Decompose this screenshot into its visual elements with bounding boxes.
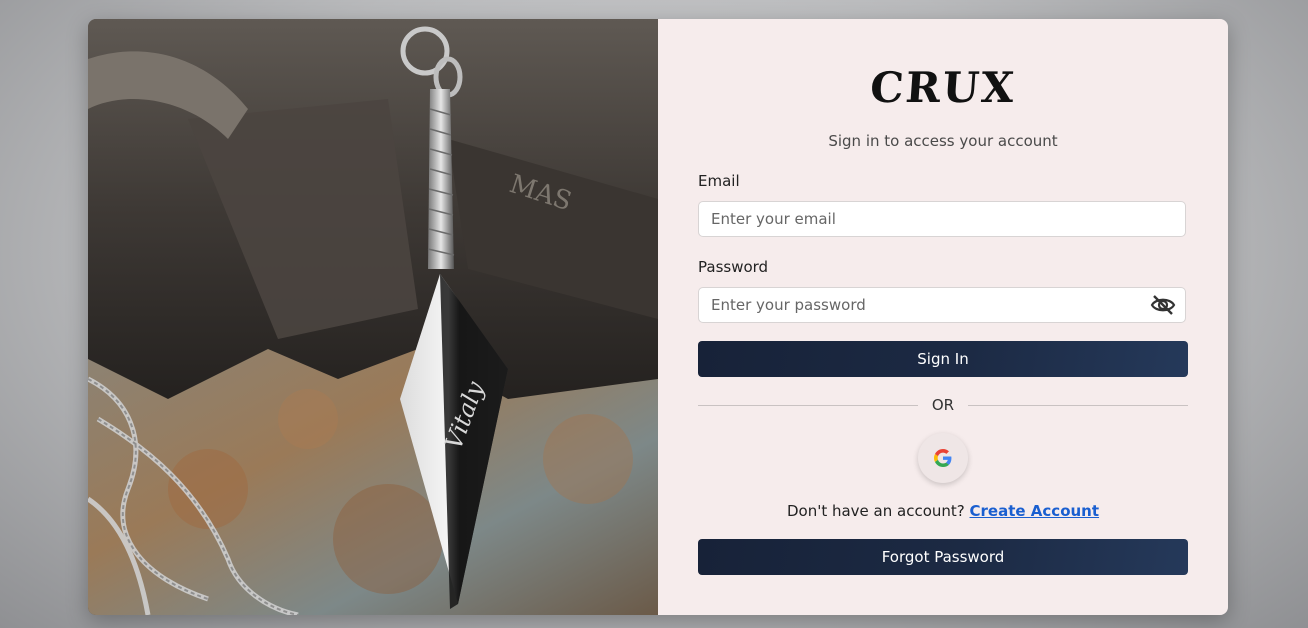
signup-prompt-text: Don't have an account? — [786, 502, 965, 520]
email-label: Email — [698, 172, 740, 190]
sign-in-panel: CRUX Sign in to access your account Emai… — [658, 19, 1228, 615]
eye-off-icon[interactable] — [1150, 294, 1176, 316]
sign-in-subtitle: Sign in to access your account — [828, 132, 1058, 150]
google-icon — [934, 449, 952, 467]
create-account-link[interactable]: Create Account — [970, 502, 1100, 520]
email-field[interactable] — [699, 202, 1143, 236]
google-sign-in-button[interactable] — [918, 433, 968, 483]
password-field-wrapper — [698, 287, 1186, 323]
sign-in-button[interactable]: Sign In — [698, 341, 1188, 377]
or-divider: OR — [698, 395, 1188, 415]
forgot-password-button[interactable]: Forgot Password — [698, 539, 1188, 575]
brand-logo: CRUX — [868, 63, 1018, 112]
product-hero-image: MAS Vitaly — [88, 19, 658, 615]
password-field[interactable] — [699, 288, 1143, 322]
necklace-on-anvil-image: MAS Vitaly — [88, 19, 658, 615]
login-card: MAS Vitaly CRUX Sign in to access your a… — [88, 19, 1228, 615]
email-field-wrapper — [698, 201, 1186, 237]
create-account-prompt: Don't have an account? Create Account — [658, 502, 1228, 520]
password-label: Password — [698, 258, 769, 276]
divider-line-right — [968, 405, 1188, 406]
